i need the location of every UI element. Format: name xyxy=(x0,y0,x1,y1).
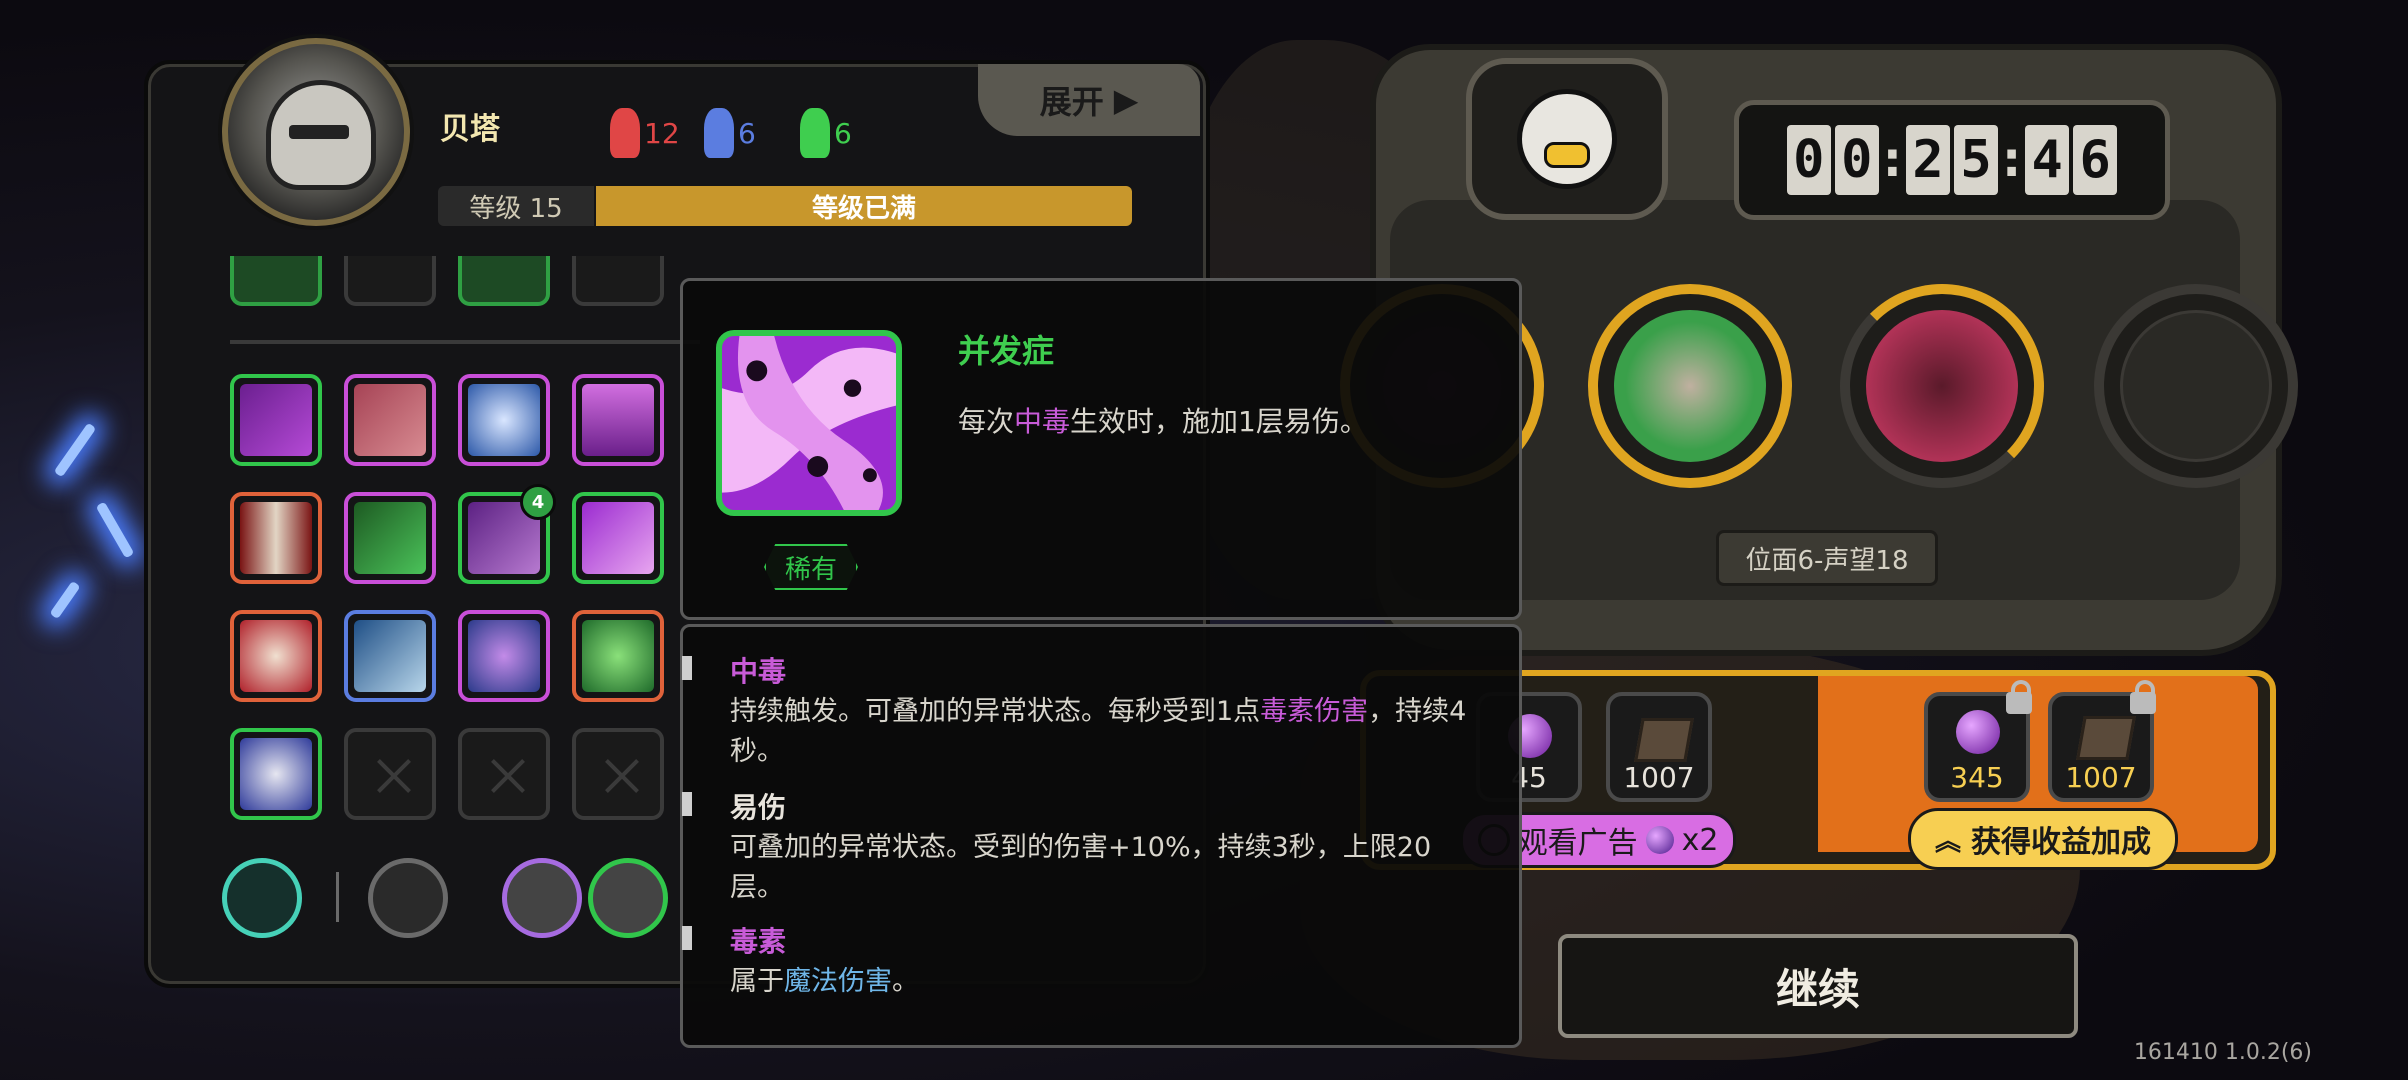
skill-slot[interactable] xyxy=(458,610,550,702)
stat-red: 12 xyxy=(610,108,680,158)
level-progress-bar: 等级已满 xyxy=(596,186,1132,226)
timer-digit: 6 xyxy=(2073,125,2118,195)
skill-slot[interactable] xyxy=(458,374,550,466)
character-name: 贝塔 xyxy=(440,112,500,147)
empty-skill-slot xyxy=(344,728,436,820)
countdown-timer: 0 0 : 2 5 : 4 6 xyxy=(1734,100,2170,220)
book-icon xyxy=(1634,718,1694,762)
keyword-description: 持续触发。可叠加的异常状态。每秒受到1点毒素伤害，持续4秒。 xyxy=(730,696,1467,767)
divider xyxy=(336,872,339,922)
skill-slot[interactable] xyxy=(572,610,664,702)
timer-digit: 0 xyxy=(1786,125,1831,195)
rarity-badge: 稀有 xyxy=(764,544,858,590)
purple-orb-icon xyxy=(1956,710,2000,754)
timer-colon: : xyxy=(1882,132,1902,188)
expand-button[interactable]: 展开 ▶ xyxy=(978,64,1200,136)
ad-multiplier: x2 xyxy=(1681,822,1719,858)
level-label: 等级 15 xyxy=(438,186,594,226)
keyword-title: 毒素 xyxy=(730,925,787,958)
lock-icon xyxy=(2130,680,2156,714)
skill-slot[interactable] xyxy=(230,492,322,584)
relic-button[interactable] xyxy=(502,858,582,938)
play-triangle-icon: ▶ xyxy=(1113,81,1139,119)
lightning-effect xyxy=(49,580,81,620)
timer-digit: 4 xyxy=(2025,125,2070,195)
skill-slot[interactable] xyxy=(230,728,322,820)
bonus-label: 获得收益加成 xyxy=(1971,825,2151,860)
complication-skill-icon xyxy=(716,330,902,516)
skill-slot[interactable] xyxy=(572,492,664,584)
character-avatar xyxy=(222,38,410,226)
skill-description: 每次中毒生效时，施加1层易伤。 xyxy=(958,405,1368,438)
skill-slot[interactable] xyxy=(572,256,664,306)
skill-slot[interactable] xyxy=(344,256,436,306)
empty-skill-slot xyxy=(458,728,550,820)
skill-slot[interactable] xyxy=(572,374,664,466)
upgrade-count-badge: 4 xyxy=(520,484,556,520)
stat-green: 6 xyxy=(800,108,852,158)
keyword-marker xyxy=(682,656,692,680)
stat-blue: 6 xyxy=(704,108,756,158)
get-bonus-button[interactable]: ︽ 获得收益加成 xyxy=(1908,808,2178,870)
item-count: 345 xyxy=(1950,761,2004,794)
item-count: 1007 xyxy=(1623,761,1695,794)
blue-mask-icon xyxy=(704,108,734,158)
timer-digit: 0 xyxy=(1834,125,1879,195)
reward-item: 1007 xyxy=(1606,692,1712,802)
skill-slot[interactable] xyxy=(344,374,436,466)
keyword-description: 可叠加的异常状态。受到的伤害+10%，持续3秒，上限20层。 xyxy=(730,832,1432,903)
keyword-title: 易伤 xyxy=(730,791,787,824)
duck-icon xyxy=(1517,89,1617,189)
timer-colon: : xyxy=(2002,132,2022,188)
empty-skill-slot xyxy=(572,728,664,820)
enemy-orb xyxy=(1588,284,1792,488)
continue-button[interactable]: 继续 xyxy=(1558,934,2078,1038)
skill-slot[interactable] xyxy=(230,610,322,702)
skill-slot[interactable] xyxy=(344,492,436,584)
version-label: 161410 1.0.2(6) xyxy=(2133,1040,2312,1065)
lightning-effect xyxy=(53,422,97,478)
expand-label: 展开 xyxy=(1039,83,1104,121)
green-mask-icon xyxy=(800,108,830,158)
skill-slot[interactable] xyxy=(230,256,322,306)
double-chevron-up-icon: ︽ xyxy=(1934,826,1961,857)
purple-orb-icon xyxy=(1645,826,1674,854)
stat-value: 12 xyxy=(644,116,680,150)
keyword-marker xyxy=(682,926,692,950)
red-mask-icon xyxy=(610,108,640,158)
book-icon xyxy=(2076,716,2136,760)
stat-value: 6 xyxy=(834,116,852,150)
lightning-effect xyxy=(95,501,135,559)
keyword-description: 属于魔法伤害。 xyxy=(730,966,919,997)
skill-slot[interactable] xyxy=(344,610,436,702)
enemy-orb xyxy=(1840,284,2044,488)
stat-value: 6 xyxy=(738,116,756,150)
lock-icon xyxy=(2006,680,2032,714)
watch-ad-label: 观看广告 xyxy=(1517,826,1638,861)
item-button[interactable] xyxy=(222,858,302,938)
skill-slot[interactable]: 4 xyxy=(458,484,556,584)
skill-slot[interactable] xyxy=(230,374,322,466)
duck-portrait xyxy=(1466,58,1668,220)
item-button[interactable] xyxy=(368,858,448,938)
divider xyxy=(230,340,700,344)
plane-reputation-label: 位面6-声望18 xyxy=(1716,530,1938,586)
timer-digit: 5 xyxy=(1954,125,1998,195)
skill-slot[interactable] xyxy=(458,256,550,306)
keyword-marker xyxy=(682,792,692,816)
timer-digit: 2 xyxy=(1906,125,1950,195)
keyword-title: 中毒 xyxy=(730,655,787,688)
skill-title: 并发症 xyxy=(958,332,1055,370)
empty-orb xyxy=(2094,284,2298,488)
item-count: 1007 xyxy=(2065,761,2137,794)
relic-button[interactable] xyxy=(588,858,668,938)
